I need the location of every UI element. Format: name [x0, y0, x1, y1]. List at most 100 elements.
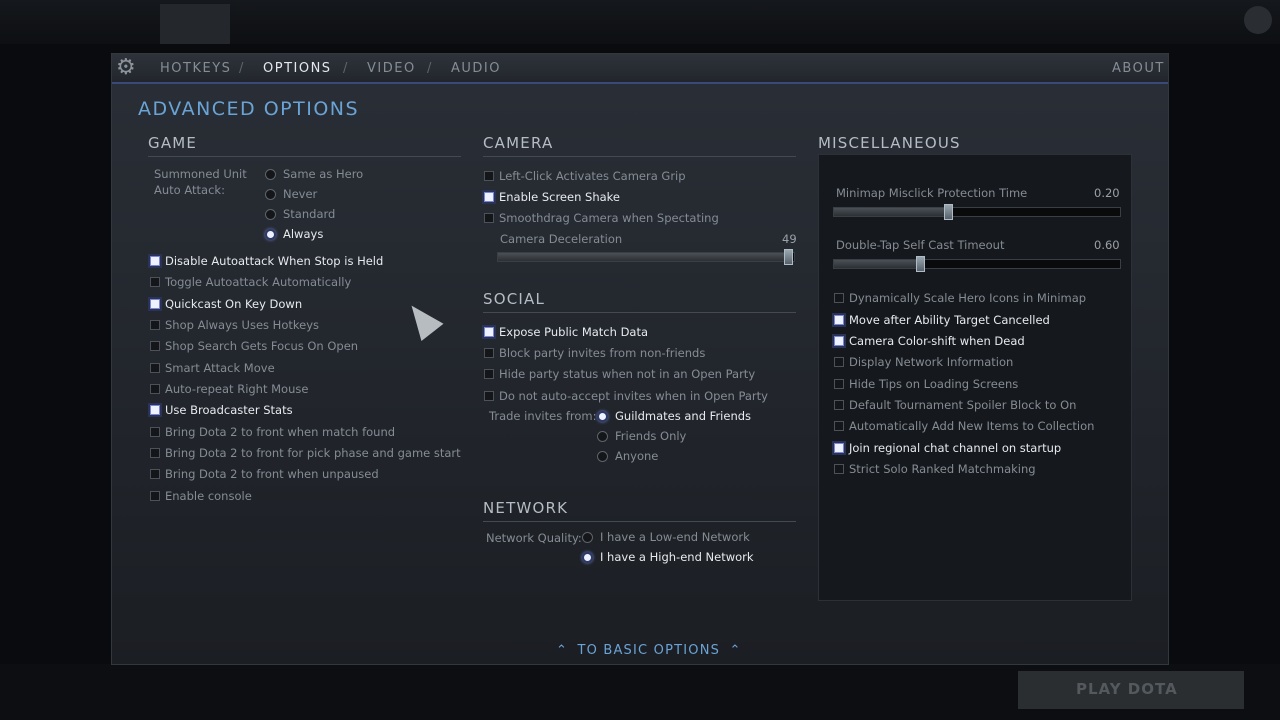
- checkbox-disable-autoattack[interactable]: Disable Autoattack When Stop is Held: [150, 253, 383, 269]
- checkbox-label: Enable console: [165, 489, 252, 503]
- checkbox[interactable]: [150, 256, 160, 266]
- dota-logo[interactable]: [160, 4, 230, 44]
- checkbox-label: Join regional chat channel on startup: [849, 441, 1062, 455]
- trade-radio-anyone[interactable]: Anyone: [597, 448, 658, 464]
- checkbox[interactable]: [834, 336, 844, 346]
- checkbox[interactable]: [484, 213, 494, 223]
- checkbox[interactable]: [834, 293, 844, 303]
- checkbox-broadcaster-stats[interactable]: Use Broadcaster Stats: [150, 402, 293, 418]
- checkbox[interactable]: [834, 421, 844, 431]
- checkbox[interactable]: [150, 384, 160, 394]
- trade-radio-guildmates[interactable]: Guildmates and Friends: [597, 408, 751, 424]
- network-radio-low[interactable]: I have a Low-end Network: [582, 529, 750, 545]
- checkbox-spoiler-block[interactable]: Default Tournament Spoiler Block to On: [834, 397, 1076, 413]
- tab-audio[interactable]: AUDIO: [451, 61, 501, 76]
- network-radio-high[interactable]: I have a High-end Network: [582, 549, 754, 565]
- tab-video[interactable]: VIDEO: [367, 61, 416, 76]
- checkbox-color-shift[interactable]: Camera Color-shift when Dead: [834, 333, 1025, 349]
- checkbox[interactable]: [150, 405, 160, 415]
- checkbox-screen-shake[interactable]: Enable Screen Shake: [484, 189, 620, 205]
- slider-knob[interactable]: [784, 249, 794, 265]
- checkbox[interactable]: [834, 315, 844, 325]
- slider-knob[interactable]: [915, 256, 925, 272]
- checkbox[interactable]: [150, 363, 160, 373]
- checkbox-auto-repeat[interactable]: Auto-repeat Right Mouse: [150, 381, 308, 397]
- checkbox-shop-hotkeys[interactable]: Shop Always Uses Hotkeys: [150, 317, 319, 333]
- checkbox[interactable]: [834, 379, 844, 389]
- to-basic-options-link[interactable]: ⌃ TO BASIC OPTIONS ⌃: [556, 643, 742, 658]
- double-tap-value: 0.60: [1094, 238, 1120, 252]
- checkbox[interactable]: [150, 469, 160, 479]
- settings-header: ⚙ HOTKEYS / OPTIONS / VIDEO / AUDIO ABOU…: [112, 54, 1168, 84]
- checkbox[interactable]: [150, 277, 160, 287]
- camera-deceleration-slider[interactable]: [497, 249, 795, 265]
- checkbox-add-items[interactable]: Automatically Add New Items to Collectio…: [834, 418, 1094, 434]
- checkbox[interactable]: [484, 192, 494, 202]
- checkbox[interactable]: [834, 400, 844, 410]
- checkbox[interactable]: [484, 171, 494, 181]
- checkbox-console[interactable]: Enable console: [150, 488, 252, 504]
- checkbox[interactable]: [484, 369, 494, 379]
- tab-hotkeys[interactable]: HOTKEYS: [160, 61, 231, 76]
- checkbox[interactable]: [150, 341, 160, 351]
- camera-deceleration-label: Camera Deceleration: [500, 232, 623, 246]
- summoned-radio-always[interactable]: Always: [265, 226, 323, 242]
- checkbox-hide-tips[interactable]: Hide Tips on Loading Screens: [834, 376, 1018, 392]
- checkbox-public-match[interactable]: Expose Public Match Data: [484, 324, 648, 340]
- checkbox-label: Strict Solo Ranked Matchmaking: [849, 462, 1036, 476]
- checkbox[interactable]: [484, 391, 494, 401]
- checkbox[interactable]: [834, 443, 844, 453]
- radio-label: Always: [283, 227, 324, 241]
- radio-button[interactable]: [265, 208, 276, 220]
- avatar[interactable]: [1244, 6, 1272, 34]
- radio-button[interactable]: [265, 188, 276, 200]
- checkbox-camera-grip[interactable]: Left-Click Activates Camera Grip: [484, 168, 686, 184]
- checkbox-front-unpaused[interactable]: Bring Dota 2 to front when unpaused: [150, 466, 379, 482]
- checkbox-smart-attack[interactable]: Smart Attack Move: [150, 360, 275, 376]
- checkbox-scale-hero-icons[interactable]: Dynamically Scale Hero Icons in Minimap: [834, 290, 1086, 306]
- checkbox[interactable]: [484, 348, 494, 358]
- tab-options[interactable]: OPTIONS: [263, 61, 332, 76]
- checkbox[interactable]: [150, 320, 160, 330]
- checkbox-front-pick[interactable]: Bring Dota 2 to front for pick phase and…: [150, 445, 461, 461]
- page-title: ADVANCED OPTIONS: [138, 98, 360, 120]
- checkbox-network-info[interactable]: Display Network Information: [834, 354, 1013, 370]
- summoned-radio-never[interactable]: Never: [265, 186, 317, 202]
- play-dota-button[interactable]: PLAY DOTA: [1018, 671, 1244, 709]
- checkbox-regional-chat[interactable]: Join regional chat channel on startup: [834, 440, 1061, 456]
- checkbox-label: Automatically Add New Items to Collectio…: [849, 419, 1095, 433]
- trade-radio-friends[interactable]: Friends Only: [597, 428, 686, 444]
- radio-button[interactable]: [265, 228, 276, 240]
- checkbox-quickcast[interactable]: Quickcast On Key Down: [150, 296, 302, 312]
- checkbox[interactable]: [150, 299, 160, 309]
- checkbox[interactable]: [834, 464, 844, 474]
- summoned-radio-standard[interactable]: Standard: [265, 206, 335, 222]
- minimap-misclick-slider[interactable]: [833, 204, 1121, 220]
- radio-button[interactable]: [582, 551, 593, 563]
- checkbox-no-auto-accept[interactable]: Do not auto-accept invites when in Open …: [484, 388, 768, 404]
- checkbox[interactable]: [150, 448, 160, 458]
- checkbox-move-after-cancel[interactable]: Move after Ability Target Cancelled: [834, 312, 1050, 328]
- checkbox-front-match[interactable]: Bring Dota 2 to front when match found: [150, 424, 395, 440]
- radio-button[interactable]: [597, 450, 608, 462]
- gear-icon[interactable]: ⚙: [116, 57, 136, 79]
- checkbox-hide-party[interactable]: Hide party status when not in an Open Pa…: [484, 366, 755, 382]
- checkbox[interactable]: [834, 357, 844, 367]
- double-tap-slider[interactable]: [833, 256, 1121, 272]
- checkbox-shop-search[interactable]: Shop Search Gets Focus On Open: [150, 338, 358, 354]
- checkbox-label: Bring Dota 2 to front when unpaused: [165, 467, 379, 481]
- checkbox-toggle-autoattack[interactable]: Toggle Autoattack Automatically: [150, 274, 351, 290]
- tab-about[interactable]: ABOUT: [1112, 61, 1165, 76]
- radio-button[interactable]: [265, 168, 276, 180]
- checkbox[interactable]: [150, 427, 160, 437]
- radio-button[interactable]: [597, 430, 608, 442]
- checkbox-smoothdrag[interactable]: Smoothdrag Camera when Spectating: [484, 210, 719, 226]
- slider-knob[interactable]: [944, 204, 954, 220]
- checkbox-block-invites[interactable]: Block party invites from non-friends: [484, 345, 705, 361]
- radio-button[interactable]: [597, 410, 608, 422]
- checkbox-strict-solo[interactable]: Strict Solo Ranked Matchmaking: [834, 461, 1036, 477]
- radio-button[interactable]: [582, 531, 593, 543]
- checkbox[interactable]: [484, 327, 494, 337]
- summoned-radio-same-as-hero[interactable]: Same as Hero: [265, 166, 363, 182]
- checkbox[interactable]: [150, 491, 160, 501]
